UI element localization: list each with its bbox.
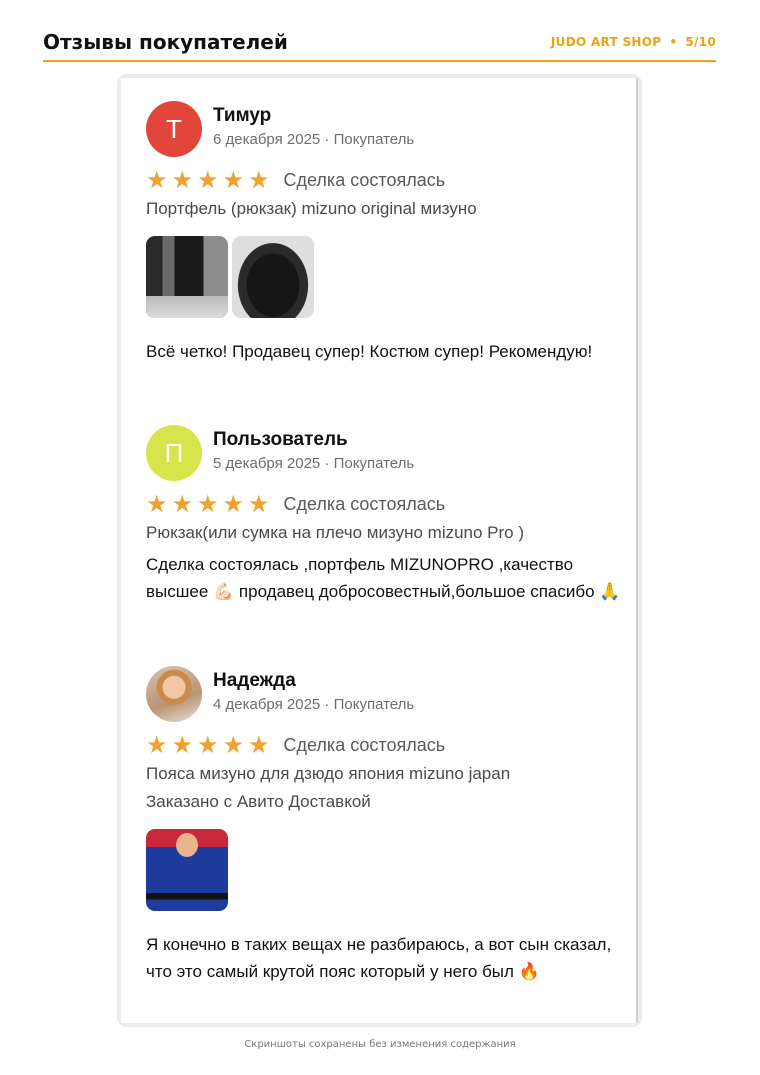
footer-caption: Скриншоты сохранены без изменения содерж…: [244, 1039, 516, 1050]
separator-dot: •: [669, 35, 678, 49]
review-comment: Сделка состоялась ,портфель MIZUNOPRO ,к…: [146, 555, 621, 601]
star-icon: ★: [146, 166, 168, 194]
deal-status: Сделка состоялась: [283, 169, 446, 190]
rating: ★ ★ ★ ★ ★ Сделка состоялась: [146, 168, 445, 192]
review-date: 4 декабря 2025 · Покупатель: [213, 696, 415, 713]
deal-status: Сделка состоялась: [283, 734, 446, 755]
star-icon: ★: [222, 166, 245, 194]
star-icon: ★: [171, 731, 194, 759]
review-comment: Я конечно в таких вещах не разбираюсь, а…: [146, 935, 612, 981]
review-photos: [146, 236, 314, 318]
screenshot-frame: Т Тимур 6 декабря 2025 · Покупатель ★ ★ …: [117, 74, 642, 1027]
star-icon: ★: [171, 490, 194, 518]
review-date: 5 декабря 2025 · Покупатель: [213, 455, 415, 472]
avatar[interactable]: Т: [146, 101, 202, 157]
reviewer-name[interactable]: Надежда: [213, 670, 296, 692]
review-date: 6 декабря 2025 · Покупатель: [213, 131, 415, 148]
star-icon: ★: [222, 490, 245, 518]
rating: ★ ★ ★ ★ ★ Сделка состоялась: [146, 492, 445, 516]
review-comment: Всё четко! Продавец супер! Костюм супер!…: [146, 342, 593, 361]
page-title: Отзывы покупателей: [43, 30, 288, 54]
star-icon: ★: [248, 731, 270, 759]
star-icon: ★: [197, 490, 219, 518]
rating: ★ ★ ★ ★ ★ Сделка состоялась: [146, 733, 445, 757]
product-title[interactable]: Рюкзак(или сумка на плечо мизуно mizuno …: [146, 519, 524, 547]
avatar[interactable]: [146, 666, 202, 722]
review-card: Т Тимур 6 декабря 2025 · Покупатель ★ ★ …: [146, 101, 626, 401]
page-header: Отзывы покупателей JUDO ART SHOP • 5/10: [43, 28, 716, 62]
review-photos: [146, 829, 228, 911]
reviewer-name[interactable]: Тимур: [213, 105, 271, 127]
review-card: Надежда 4 декабря 2025 · Покупатель ★ ★ …: [146, 666, 626, 1011]
review-photo[interactable]: [146, 236, 228, 318]
review-photo[interactable]: [146, 829, 228, 911]
star-icon: ★: [171, 166, 194, 194]
page-number: 5/10: [685, 35, 716, 49]
avatar[interactable]: П: [146, 425, 202, 481]
product-title[interactable]: Пояса мизуно для дзюдо япония mizuno jap…: [146, 760, 510, 788]
reviewer-name[interactable]: Пользователь: [213, 429, 348, 451]
review-card: П Пользователь 5 декабря 2025 · Покупате…: [146, 425, 626, 635]
star-icon: ★: [146, 490, 168, 518]
delivery-note: Заказано с Авито Доставкой: [146, 792, 371, 811]
deal-status: Сделка состоялась: [283, 493, 446, 514]
shop-name: JUDO ART SHOP: [550, 35, 662, 49]
product-title[interactable]: Портфель (рюкзак) mizuno original мизуно: [146, 195, 477, 223]
shop-meta: JUDO ART SHOP • 5/10: [551, 35, 716, 49]
star-icon: ★: [197, 731, 219, 759]
star-icon: ★: [222, 731, 245, 759]
star-icon: ★: [146, 731, 168, 759]
review-photo[interactable]: [232, 236, 314, 318]
star-icon: ★: [248, 490, 270, 518]
review-list: Т Тимур 6 декабря 2025 · Покупатель ★ ★ …: [121, 78, 638, 1023]
star-icon: ★: [197, 166, 219, 194]
star-icon: ★: [248, 166, 270, 194]
